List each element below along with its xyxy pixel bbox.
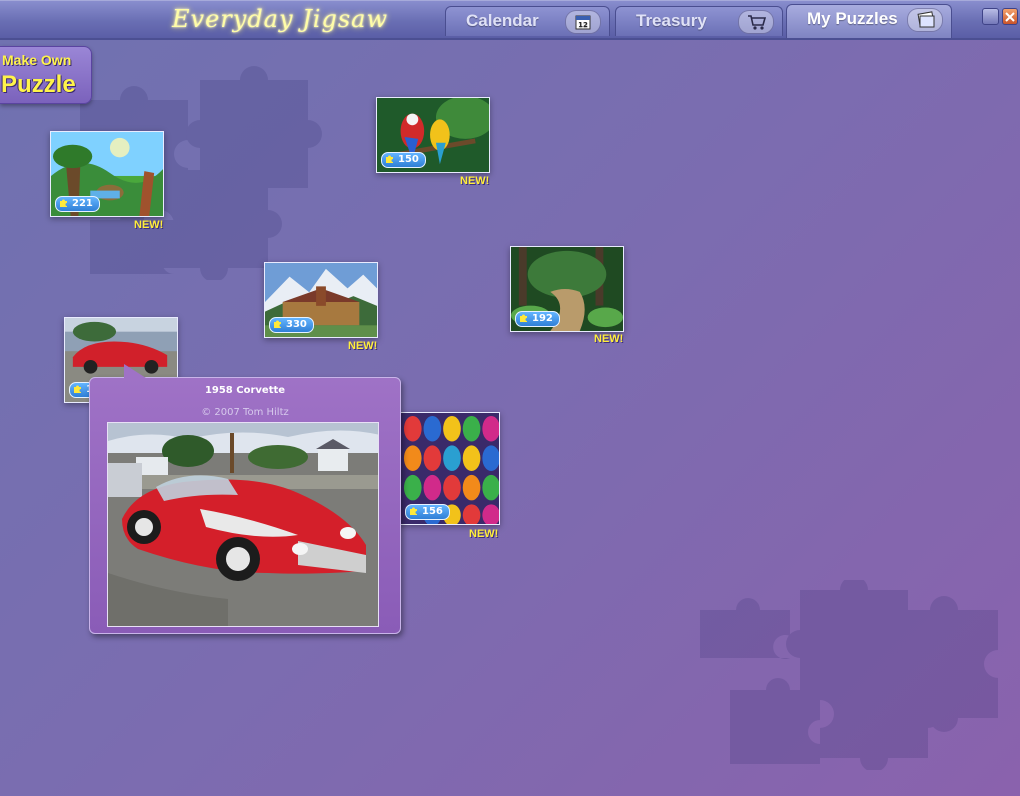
pieces-count-badge: 330 (269, 317, 314, 333)
puzzle-thumbnail-garden-path[interactable]: 192 (510, 246, 624, 332)
pieces-count: 221 (72, 198, 93, 209)
puzzle-piece-icon (520, 314, 527, 322)
app-logo-title: Everyday Jigsaw (172, 5, 388, 33)
minimize-button[interactable] (982, 8, 999, 25)
photos-icon (907, 8, 943, 32)
tooltip-preview-image (107, 422, 379, 627)
puzzle-thumbnail-castle[interactable]: 330 (264, 262, 378, 338)
decorative-puzzle-pieces-bottom (700, 580, 998, 770)
shopping-cart-icon (738, 10, 774, 34)
new-label: NEW! (594, 333, 624, 345)
tooltip-copyright: © 2007 Tom Hiltz (201, 407, 289, 418)
calendar-icon: 12 (565, 10, 601, 34)
make-own-puzzle-button[interactable]: Make Own Puzzle (0, 46, 92, 104)
app-window: Everyday Jigsaw Calendar 12 Treasury My … (0, 0, 1020, 796)
top-bar: Everyday Jigsaw Calendar 12 Treasury My … (0, 0, 1020, 40)
puzzle-piece-icon (386, 155, 393, 163)
puzzle-piece-icon (60, 199, 67, 207)
new-label: NEW! (469, 528, 499, 540)
puzzle-thumbnail-dinosaurs[interactable]: 221 (50, 131, 164, 217)
close-icon (1005, 12, 1015, 22)
puzzle-preview-tooltip: 1958 Corvette © 2007 Tom Hiltz (89, 364, 401, 634)
pieces-count: 330 (286, 319, 307, 330)
pieces-count: 156 (422, 506, 443, 517)
tab-treasury-label: Treasury (636, 11, 707, 30)
new-label: NEW! (134, 219, 164, 231)
pieces-count-badge: 221 (55, 196, 100, 212)
new-label: NEW! (460, 175, 490, 187)
puzzle-piece-icon (74, 385, 81, 393)
tooltip-title: 1958 Corvette (204, 385, 286, 396)
tab-calendar-label: Calendar (466, 11, 539, 30)
puzzle-label: Puzzle (1, 71, 76, 98)
tab-calendar[interactable]: Calendar 12 (445, 6, 610, 36)
make-own-label: Make Own (2, 52, 72, 68)
pieces-count: 150 (398, 154, 419, 165)
puzzle-piece-icon (410, 507, 417, 515)
tab-my-puzzles[interactable]: My Puzzles (786, 4, 952, 38)
pieces-count: 192 (532, 313, 553, 324)
new-label: NEW! (348, 340, 378, 352)
pieces-count-badge: 150 (381, 152, 426, 168)
tab-my-puzzles-label: My Puzzles (807, 9, 898, 28)
pieces-count-badge: 192 (515, 311, 560, 327)
puzzle-piece-icon (274, 320, 281, 328)
pieces-count-badge: 156 (405, 504, 450, 520)
puzzle-thumbnail-dolls[interactable]: 156 (400, 412, 500, 525)
puzzle-thumbnail-parrots[interactable]: 150 (376, 97, 490, 173)
svg-text:12: 12 (578, 21, 588, 29)
close-button[interactable] (1002, 8, 1018, 25)
tab-treasury[interactable]: Treasury (615, 6, 783, 36)
